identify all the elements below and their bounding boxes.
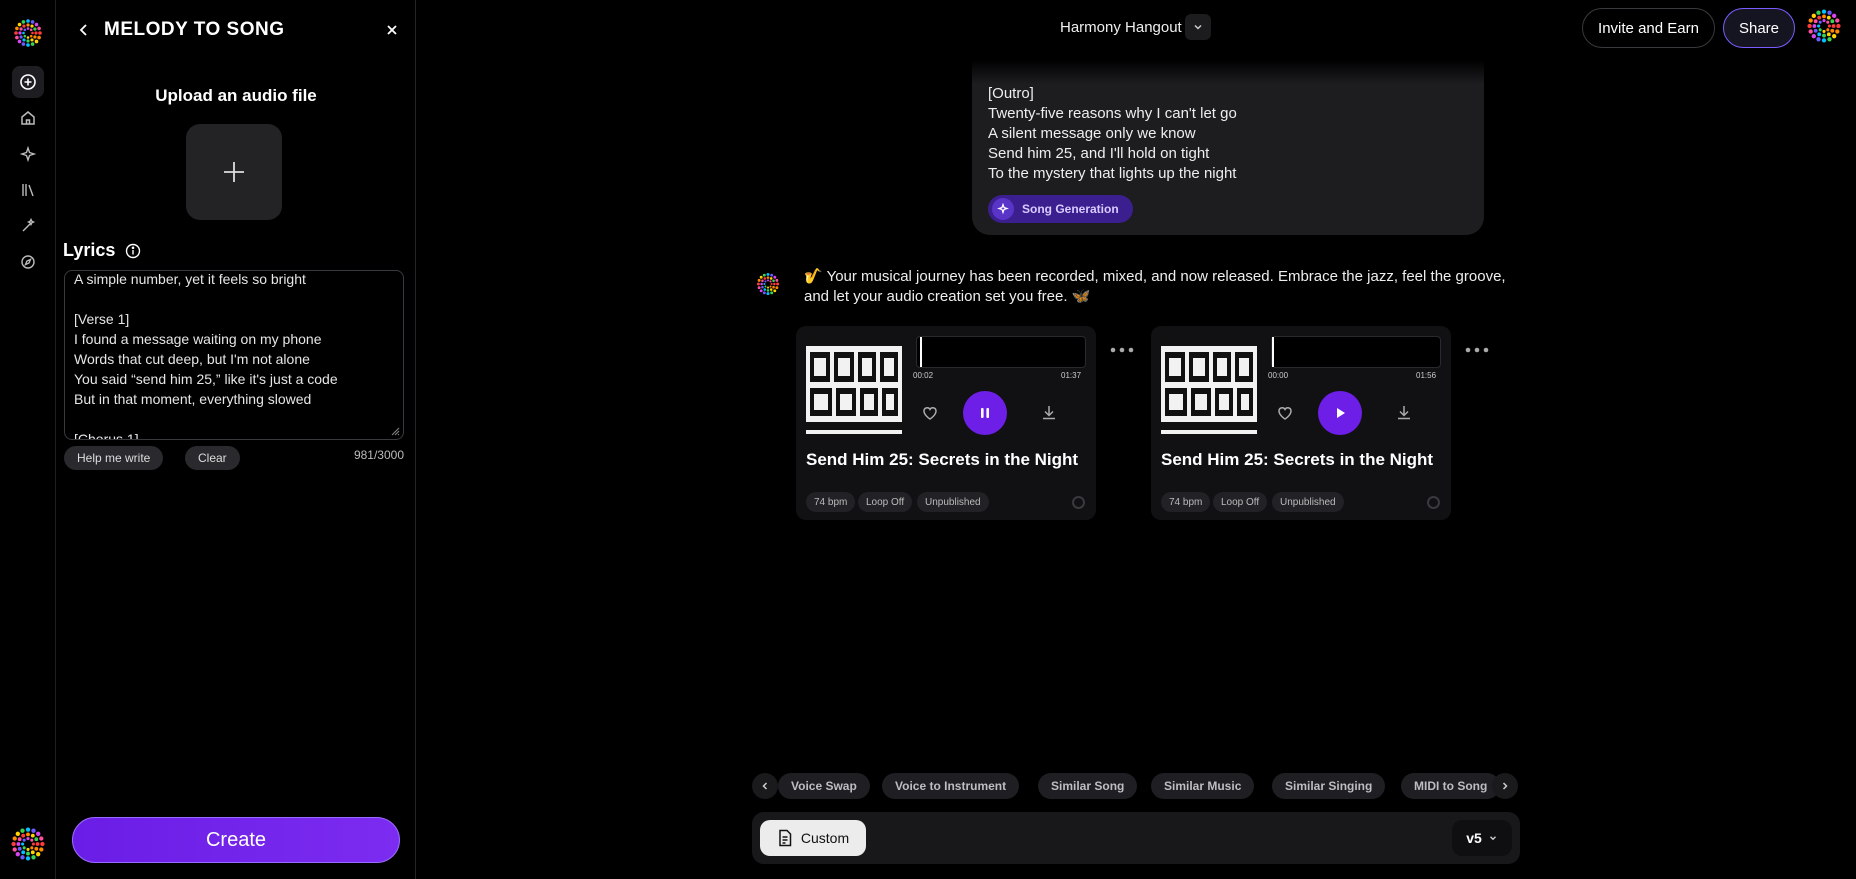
bubble-fade: [972, 60, 1484, 84]
chevron-right-icon: [1502, 782, 1508, 790]
play-button[interactable]: [1318, 391, 1362, 435]
close-icon[interactable]: [382, 20, 402, 40]
plus-circle-icon: [20, 74, 36, 90]
download-icon[interactable]: [1394, 403, 1414, 423]
loop-tag[interactable]: Loop Off: [1213, 492, 1268, 512]
song-title[interactable]: Send Him 25: Secrets in the Night: [806, 450, 1078, 470]
lyrics-text: A simple number, yet it feels so bright …: [74, 271, 338, 440]
song-generation-badge[interactable]: Song Generation: [988, 195, 1133, 223]
album-art[interactable]: [806, 338, 902, 434]
rail-library-button[interactable]: [12, 174, 44, 206]
lyrics-textarea[interactable]: A simple number, yet it feels so bright …: [64, 270, 404, 440]
upload-audio-button[interactable]: [186, 124, 282, 220]
loading-spinner-icon: [1427, 496, 1440, 509]
time-current: 00:00: [1268, 371, 1289, 380]
create-button[interactable]: Create: [72, 817, 400, 863]
pause-button[interactable]: [963, 391, 1007, 435]
assistant-avatar-icon: [756, 272, 780, 296]
wand-icon: [22, 218, 36, 232]
panel-header: MELODY TO SONG: [56, 0, 416, 60]
time-total: 01:56: [1416, 371, 1437, 380]
song-generation-label: Song Generation: [1022, 202, 1119, 216]
tool-similar-song[interactable]: Similar Song: [1038, 773, 1138, 799]
user-message-text: [Outro] Twenty-five reasons why I can't …: [988, 85, 1237, 182]
song-card[interactable]: 00:00 01:56 Send Him 25: Secrets in the …: [1151, 326, 1451, 520]
time-total: 01:37: [1061, 371, 1082, 380]
play-icon: [1337, 408, 1345, 418]
account-avatar-icon[interactable]: [1806, 8, 1842, 44]
app-logo-icon[interactable]: [13, 18, 43, 48]
heart-icon[interactable]: [920, 403, 940, 423]
chevron-down-icon: [1489, 836, 1496, 841]
waveform[interactable]: [1271, 336, 1441, 368]
share-button[interactable]: Share: [1723, 8, 1795, 48]
user-avatar-icon[interactable]: [10, 826, 46, 862]
more-options-icon[interactable]: [1463, 340, 1491, 360]
melody-to-song-panel: MELODY TO SONG Upload an audio file Lyri…: [56, 0, 416, 879]
publish-status-tag: Unpublished: [1272, 492, 1344, 512]
left-rail: [0, 0, 56, 879]
lyrics-heading: Lyrics: [63, 240, 141, 261]
bpm-tag: 74 bpm: [806, 492, 856, 512]
sparkle-badge-icon: [992, 198, 1014, 220]
song-title[interactable]: Send Him 25: Secrets in the Night: [1161, 450, 1433, 470]
loading-spinner-icon: [1072, 496, 1085, 509]
tool-similar-music[interactable]: Similar Music: [1151, 773, 1255, 799]
lyrics-char-counter: 981/3000: [353, 448, 404, 462]
custom-mode-button[interactable]: Custom: [760, 820, 866, 856]
playhead[interactable]: [1272, 337, 1274, 367]
bpm-tag: 74 bpm: [1161, 492, 1211, 512]
user-message-bubble: [Outro] Twenty-five reasons why I can't …: [972, 60, 1484, 235]
panel-title: MELODY TO SONG: [104, 19, 285, 40]
chevron-down-icon: [1194, 24, 1202, 30]
model-version-label: v5: [1466, 830, 1482, 846]
lyrics-label: Lyrics: [63, 240, 116, 260]
home-icon: [21, 111, 35, 125]
publish-status-tag: Unpublished: [917, 492, 989, 512]
tool-similar-singing[interactable]: Similar Singing: [1272, 773, 1386, 799]
document-icon: [779, 829, 792, 847]
rail-home-button[interactable]: [12, 102, 44, 134]
pause-icon: [981, 408, 989, 418]
library-icon: [22, 184, 34, 197]
album-art[interactable]: [1161, 338, 1257, 434]
scroll-left-button[interactable]: [752, 773, 778, 799]
project-name[interactable]: Harmony Hangout: [1060, 19, 1182, 36]
rail-discover-button[interactable]: [12, 246, 44, 278]
time-current: 00:02: [913, 371, 934, 380]
compass-icon: [21, 255, 35, 269]
tool-midi-to-song[interactable]: MIDI to Song: [1401, 773, 1501, 799]
upload-label: Upload an audio file: [155, 86, 317, 105]
rail-tools-button[interactable]: [12, 210, 44, 242]
more-options-icon[interactable]: [1108, 340, 1136, 360]
plus-icon: [224, 162, 244, 182]
invite-and-earn-button[interactable]: Invite and Earn: [1582, 8, 1715, 48]
model-version-select[interactable]: v5: [1452, 820, 1512, 856]
heart-icon[interactable]: [1275, 403, 1295, 423]
project-menu-button[interactable]: [1185, 14, 1211, 40]
clear-lyrics-button[interactable]: Clear: [185, 446, 240, 470]
rail-nav: [0, 66, 56, 282]
playhead[interactable]: [920, 337, 923, 367]
song-card[interactable]: 00:02 01:37 Send Him 25: Secrets in the …: [796, 326, 1096, 520]
waveform[interactable]: [916, 336, 1086, 368]
help-me-write-button[interactable]: Help me write: [64, 446, 164, 470]
tool-chip-strip: Voice Swap Voice to Instrument Similar S…: [752, 773, 1520, 801]
download-icon[interactable]: [1039, 403, 1059, 423]
resize-grip-icon[interactable]: [390, 426, 400, 436]
rail-create-button[interactable]: [12, 66, 44, 98]
composer-bar: Custom v5: [752, 812, 1520, 864]
info-icon[interactable]: [125, 243, 141, 259]
chevron-left-icon: [762, 782, 768, 790]
assistant-message-text: 🎷 Your musical journey has been recorded…: [804, 268, 1506, 305]
loop-tag[interactable]: Loop Off: [858, 492, 913, 512]
tool-voice-swap[interactable]: Voice Swap: [778, 773, 870, 799]
rail-explore-button[interactable]: [12, 138, 44, 170]
scroll-right-button[interactable]: [1492, 773, 1518, 799]
tool-voice-to-instrument[interactable]: Voice to Instrument: [882, 773, 1020, 799]
sparkle-icon: [20, 146, 36, 162]
chevron-left-icon[interactable]: [74, 20, 94, 40]
custom-mode-label: Custom: [800, 830, 850, 846]
